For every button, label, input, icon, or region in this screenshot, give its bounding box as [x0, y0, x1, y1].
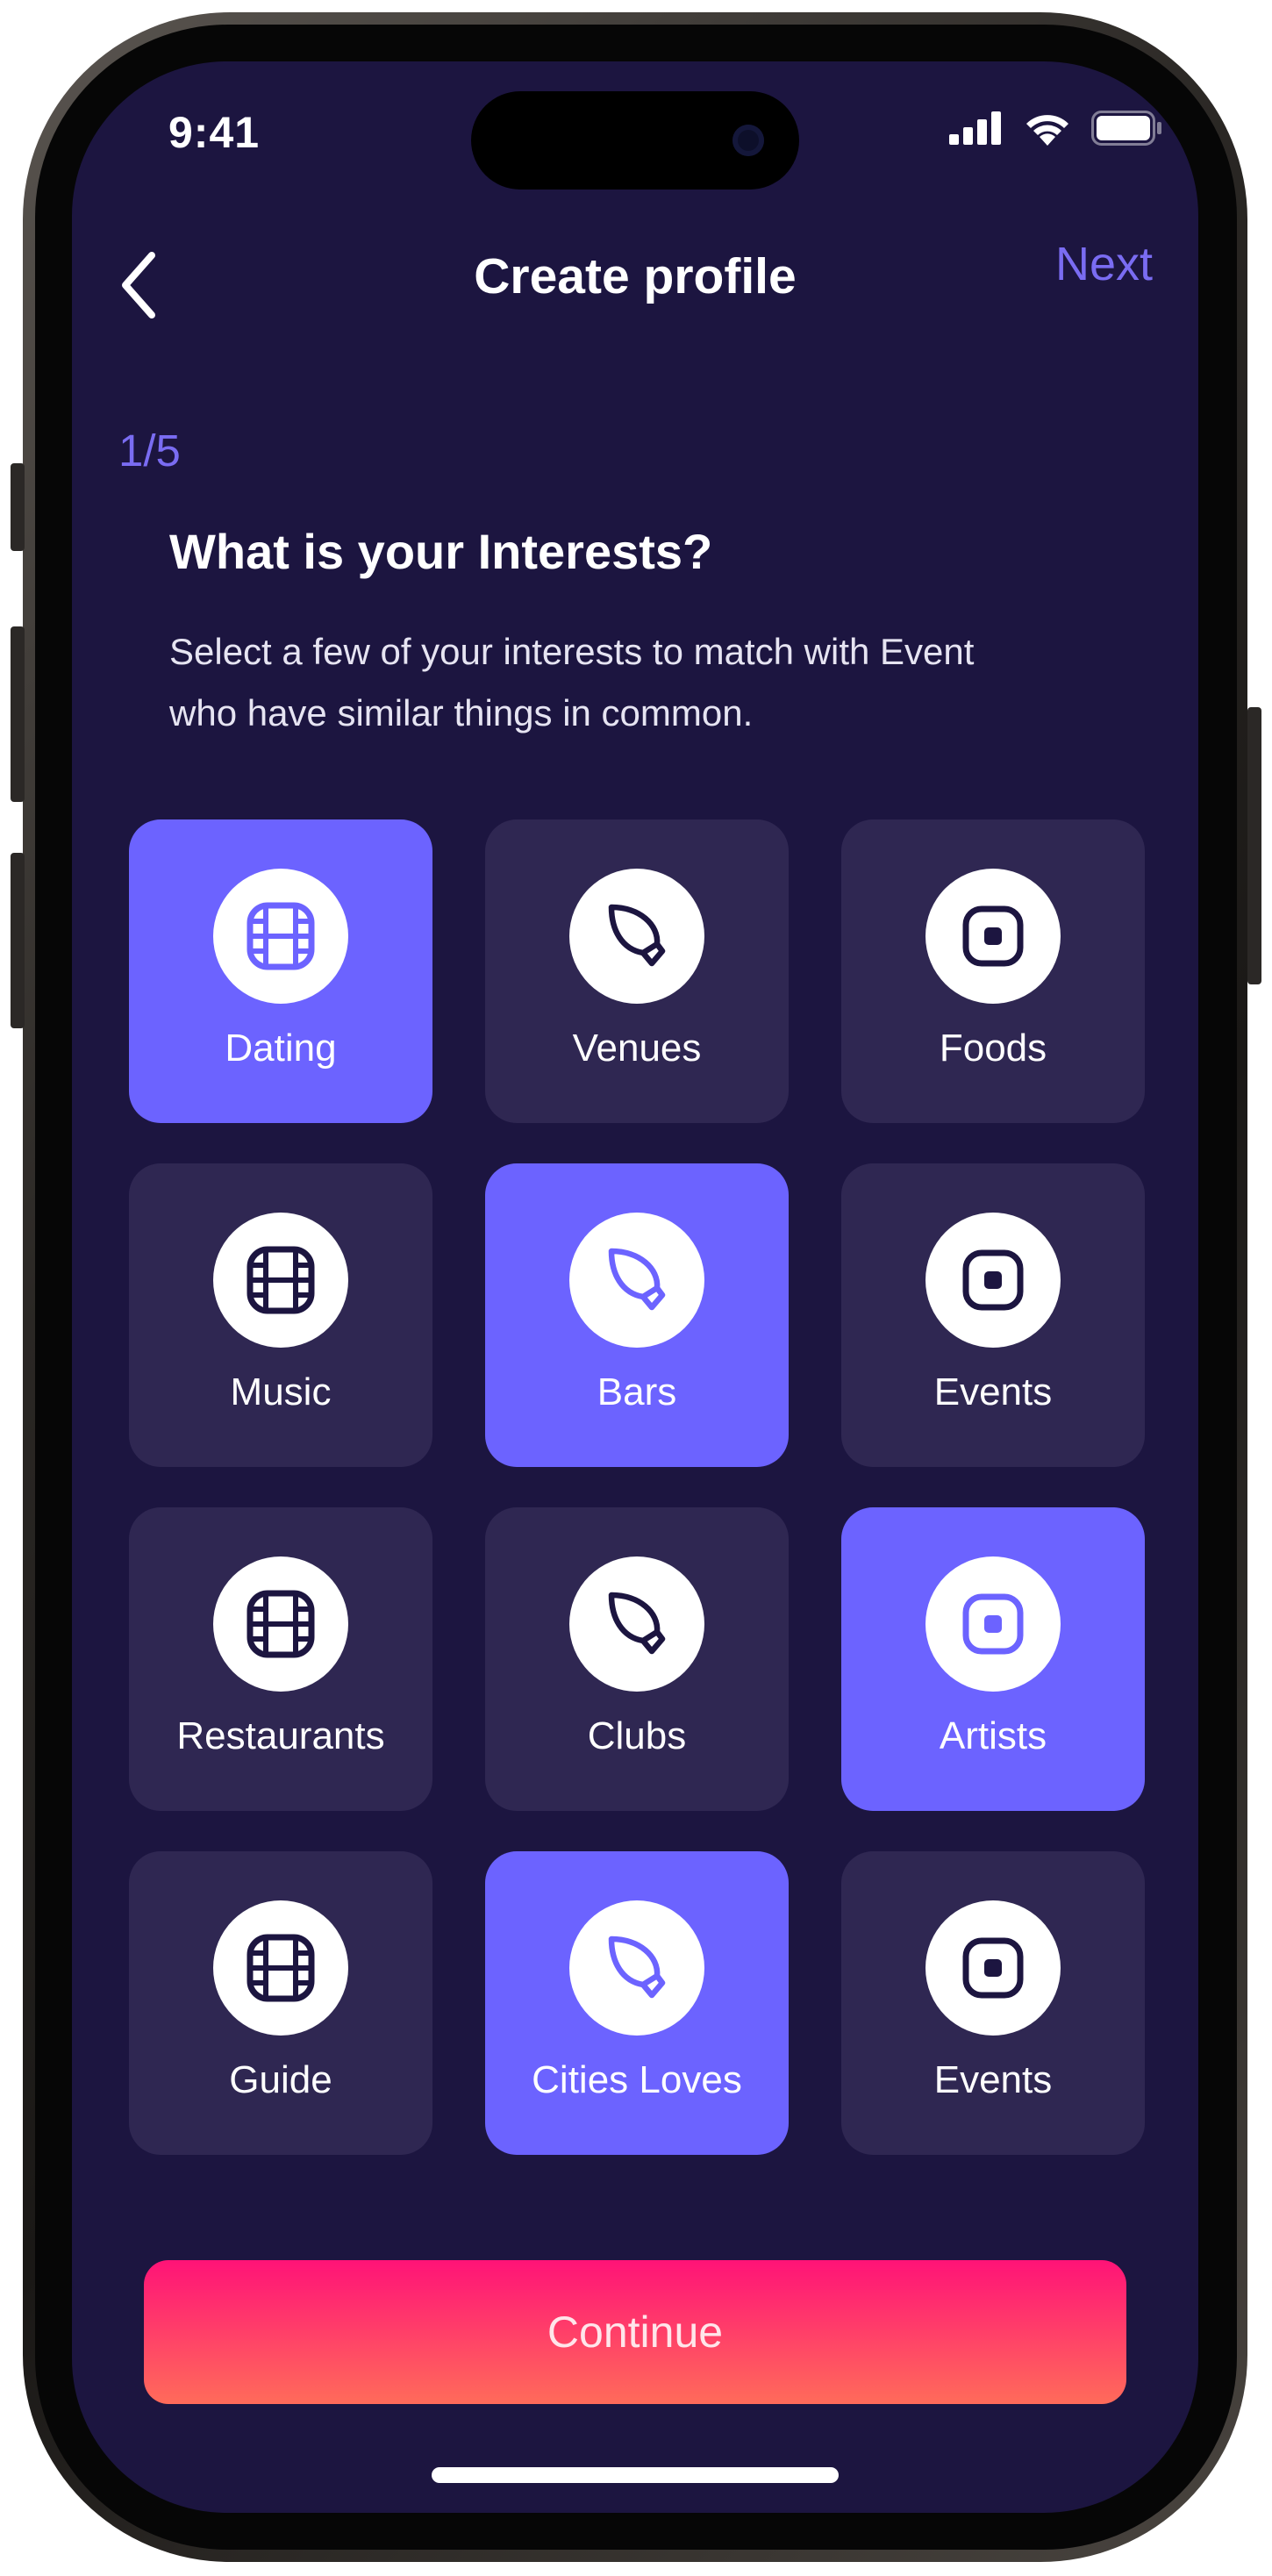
interest-card-clubs[interactable]: Clubs: [485, 1507, 789, 1811]
wifi-icon: [1026, 115, 1068, 146]
interest-label: Dating: [225, 1027, 337, 1070]
interest-card-restaurants[interactable]: Restaurants: [129, 1507, 432, 1811]
interest-label: Cities Loves: [532, 2058, 742, 2101]
status-icons: [949, 111, 1163, 146]
power-button: [1247, 707, 1261, 984]
interest-card-events[interactable]: Events: [841, 1163, 1145, 1467]
leaf-icon: [569, 869, 704, 1004]
square-dot-icon: [925, 1213, 1061, 1348]
interest-card-music[interactable]: Music: [129, 1163, 432, 1467]
square-dot-icon: [925, 1556, 1061, 1692]
interest-card-guide[interactable]: Guide: [129, 1851, 432, 2155]
step-indicator: 1/5: [118, 426, 181, 476]
volume-down-button: [11, 853, 25, 1028]
interest-card-foods[interactable]: Foods: [841, 819, 1145, 1123]
interest-label: Artists: [939, 1714, 1047, 1757]
interest-label: Music: [230, 1370, 332, 1413]
interest-label: Venues: [572, 1027, 702, 1070]
leaf-icon: [569, 1900, 704, 2036]
square-dot-icon: [925, 1900, 1061, 2036]
film-icon: [213, 1556, 348, 1692]
interest-card-venues[interactable]: Venues: [485, 819, 789, 1123]
film-icon: [213, 1213, 348, 1348]
next-button[interactable]: Next: [1055, 237, 1153, 291]
question-subtitle: Select a few of your interests to match …: [169, 631, 975, 733]
interest-card-cities-loves[interactable]: Cities Loves: [485, 1851, 789, 2155]
question-title: What is your Interests?: [169, 524, 713, 579]
interest-card-events[interactable]: Events: [841, 1851, 1145, 2155]
interest-card-dating[interactable]: Dating: [129, 819, 432, 1123]
battery-icon: [1091, 111, 1161, 146]
silent-switch: [11, 463, 25, 551]
volume-up-button: [11, 626, 25, 802]
page-title: Create profile: [474, 248, 797, 304]
interest-card-bars[interactable]: Bars: [485, 1163, 789, 1467]
interest-card-artists[interactable]: Artists: [841, 1507, 1145, 1811]
camera-icon: [732, 125, 764, 156]
square-dot-icon: [925, 869, 1061, 1004]
dynamic-island: [471, 91, 799, 190]
interest-label: Bars: [597, 1370, 677, 1413]
home-indicator: [432, 2467, 839, 2483]
interest-grid: Dating Venues Foods Music Bars Events Restaura…: [129, 819, 1145, 2155]
interest-label: Clubs: [587, 1714, 687, 1757]
screen: 9:41 Create profile Next 1/5 What is you…: [72, 61, 1198, 2513]
interest-label: Events: [933, 1370, 1053, 1413]
continue-button[interactable]: Continue: [144, 2260, 1126, 2404]
interest-label: Foods: [939, 1027, 1047, 1070]
interest-label: Restaurants: [176, 1714, 385, 1757]
interest-label: Events: [933, 2058, 1053, 2101]
interest-label: Guide: [229, 2058, 332, 2101]
film-icon: [213, 1900, 348, 2036]
status-time: 9:41: [168, 108, 261, 157]
film-icon: [213, 869, 348, 1004]
cellular-signal-icon: [949, 111, 1001, 145]
leaf-icon: [569, 1213, 704, 1348]
leaf-icon: [569, 1556, 704, 1692]
